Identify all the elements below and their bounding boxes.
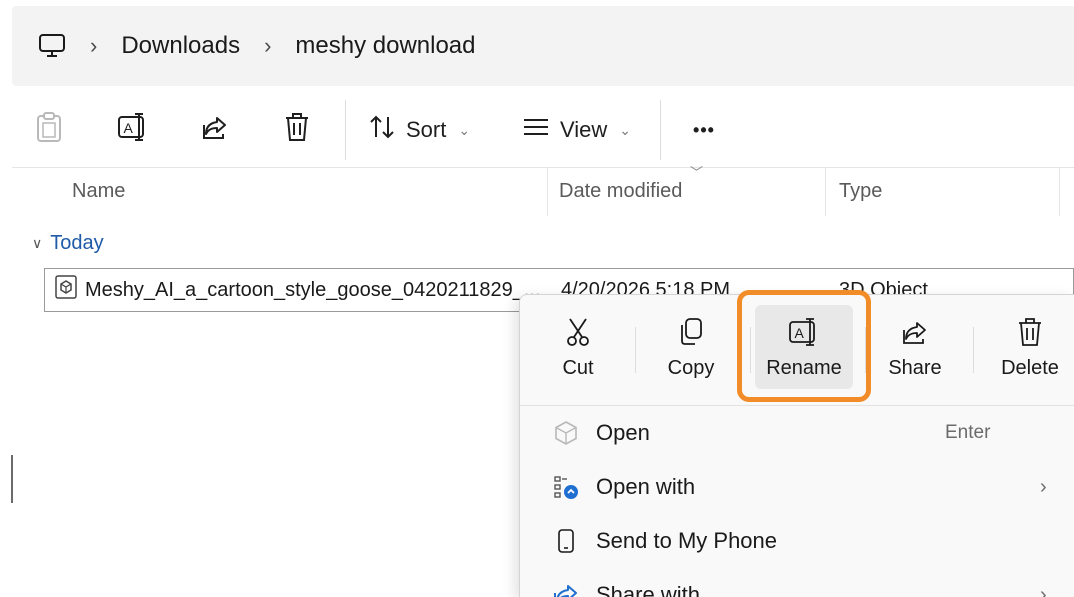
breadcrumb-current-folder[interactable]: meshy download	[295, 32, 475, 60]
group-label: Today	[50, 232, 104, 254]
delete-button[interactable]: Delete	[990, 305, 1070, 389]
3d-object-icon	[55, 275, 77, 305]
menu-item-share-with[interactable]: Share with ›	[520, 568, 1074, 597]
group-header-today[interactable]: ∨ Today	[32, 232, 104, 255]
address-bar[interactable]: › Downloads › meshy download	[12, 6, 1074, 86]
menu-item-open[interactable]: Open Enter	[520, 406, 1074, 460]
view-label: View	[560, 117, 608, 142]
command-bar: A Sort ⌄ View ⌄ •••	[12, 96, 1074, 164]
rename-button[interactable]: A	[116, 110, 150, 150]
view-button[interactable]: View ⌄	[522, 110, 638, 150]
cut-label: Cut	[562, 356, 594, 379]
breadcrumb-downloads[interactable]: Downloads	[121, 32, 240, 60]
rename-label: Rename	[766, 356, 842, 379]
copy-button[interactable]: Copy	[655, 305, 727, 389]
scroll-edge	[11, 455, 13, 503]
column-header-date[interactable]: Date modified	[559, 180, 682, 203]
paste-button[interactable]	[34, 110, 64, 150]
chevron-down-icon: ⌄	[458, 121, 471, 138]
copy-icon	[677, 315, 705, 349]
rename-button[interactable]: A Rename	[755, 305, 853, 389]
menu-item-label: Share with	[596, 582, 700, 597]
context-quick-actions: Cut Copy A Rename Share Delete	[520, 295, 1074, 405]
chevron-right-icon: ›	[1040, 475, 1047, 498]
view-icon	[522, 117, 550, 143]
column-separator[interactable]	[825, 168, 826, 216]
chevron-down-icon: ⌄	[619, 121, 632, 138]
menu-item-open-with[interactable]: Open with ›	[520, 460, 1074, 514]
chevron-right-icon: ›	[1040, 583, 1047, 597]
file-name: Meshy_AI_a_cartoon_style_goose_042021182…	[85, 278, 541, 301]
action-separator	[635, 327, 636, 373]
menu-item-label: Open with	[596, 474, 696, 499]
rename-icon: A	[788, 315, 820, 349]
sort-button[interactable]: Sort ⌄	[368, 110, 480, 150]
svg-text:A: A	[124, 120, 134, 136]
more-options-button[interactable]: •••	[684, 110, 724, 150]
shortcut-hint: Enter	[945, 422, 991, 443]
menu-item-label: Open	[596, 420, 650, 445]
svg-text:A: A	[795, 325, 805, 341]
open-with-icon	[548, 474, 584, 500]
delete-icon	[1017, 315, 1043, 349]
menu-item-label: Send to My Phone	[596, 528, 778, 553]
share-icon	[901, 315, 929, 349]
chevron-down-icon: ∨	[32, 235, 43, 251]
cut-icon	[565, 315, 591, 349]
computer-icon[interactable]	[38, 33, 66, 59]
action-separator	[750, 327, 751, 373]
context-menu: Cut Copy A Rename Share Delete Open Ente…	[519, 294, 1074, 597]
share-icon	[548, 581, 584, 597]
column-separator[interactable]	[1059, 168, 1060, 216]
sort-label: Sort	[406, 117, 447, 142]
column-headers: Name ﹀ Date modified Type	[12, 165, 1074, 216]
toolbar-divider	[660, 100, 661, 160]
breadcrumb-separator: ›	[90, 33, 98, 58]
column-header-type[interactable]: Type	[839, 180, 882, 203]
paste-icon	[36, 111, 62, 149]
cut-button[interactable]: Cut	[542, 305, 614, 389]
sort-indicator-icon: ﹀	[690, 165, 704, 180]
share-button[interactable]	[200, 110, 230, 150]
share-button[interactable]: Share	[879, 305, 951, 389]
toolbar-divider	[345, 100, 346, 160]
action-separator	[973, 327, 974, 373]
breadcrumb-separator: ›	[264, 33, 272, 58]
phone-icon	[548, 528, 584, 554]
column-separator[interactable]	[547, 168, 548, 216]
menu-item-send-to-phone[interactable]: Send to My Phone	[520, 514, 1074, 568]
share-icon	[201, 113, 229, 147]
delete-button[interactable]	[282, 110, 312, 150]
copy-label: Copy	[667, 356, 715, 379]
sort-icon	[368, 114, 396, 146]
3d-object-icon	[548, 420, 584, 446]
action-separator	[865, 327, 866, 373]
rename-icon: A	[117, 112, 149, 148]
delete-icon	[284, 112, 310, 148]
delete-label: Delete	[1001, 356, 1059, 379]
share-label: Share	[888, 356, 942, 379]
column-header-name[interactable]: Name	[72, 180, 125, 203]
